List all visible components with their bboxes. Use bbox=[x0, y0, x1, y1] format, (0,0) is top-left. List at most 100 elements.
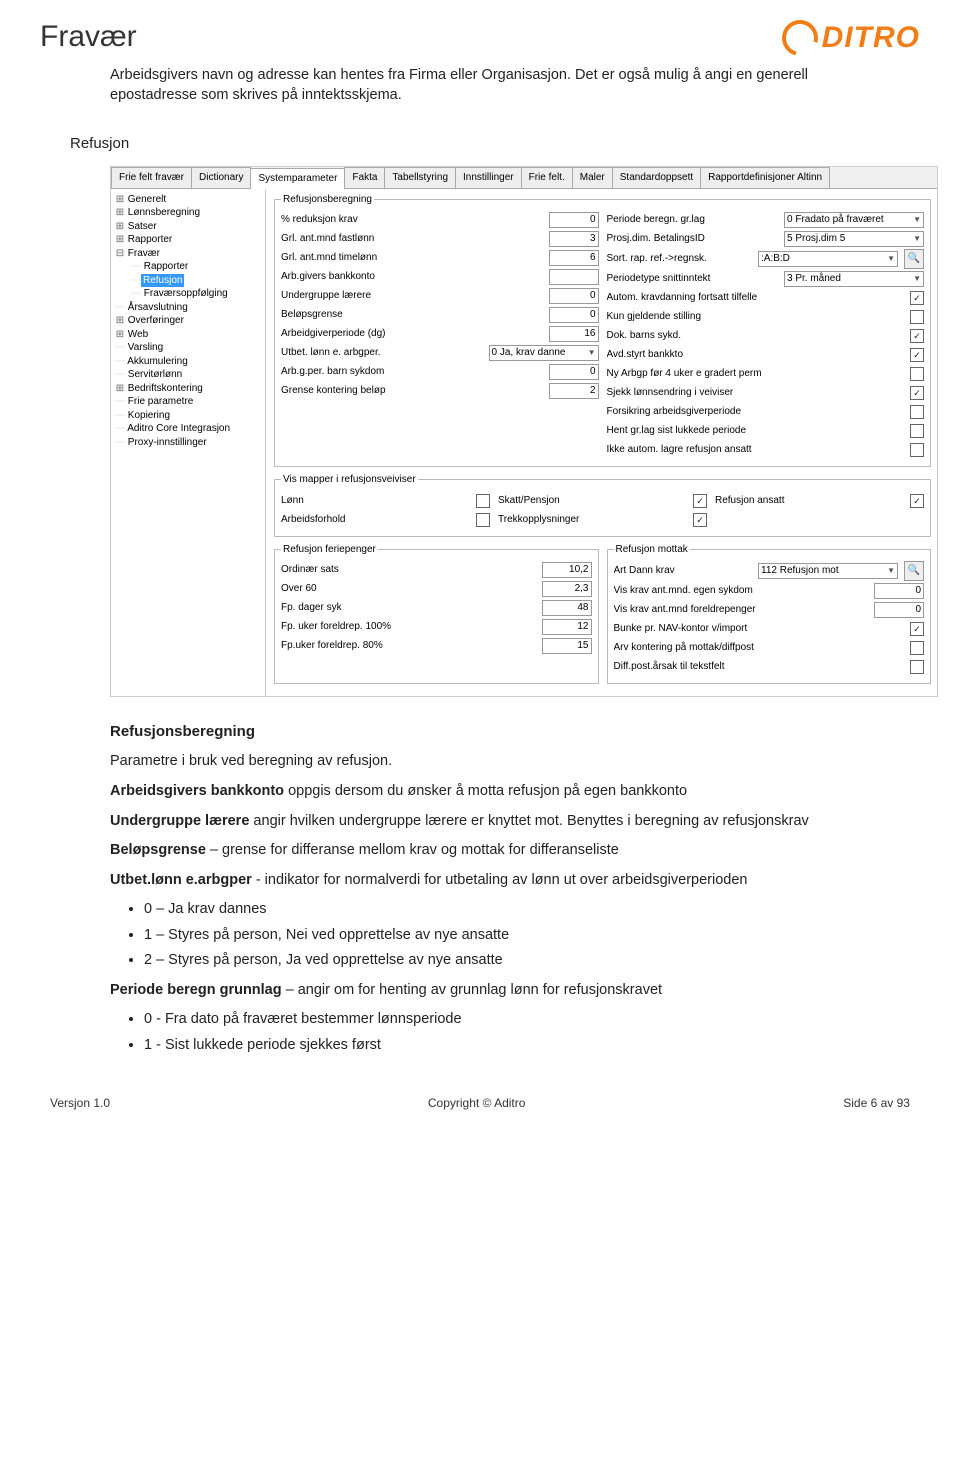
checkbox[interactable]: ✓ bbox=[910, 329, 924, 343]
tab-frie-felt-frav-r[interactable]: Frie felt fravær bbox=[111, 167, 192, 188]
checkbox[interactable]: ✓ bbox=[910, 494, 924, 508]
list-item: 0 - Fra dato på fraværet bestemmer lønns… bbox=[144, 1010, 890, 1030]
list-item: 1 – Styres på person, Nei ved opprettels… bbox=[144, 926, 890, 946]
field-label: Ny Arbgp før 4 uker e gradert perm bbox=[607, 367, 905, 381]
group-vismapper: Vis mapper i refusjonsveiviser Lønn Arbei… bbox=[274, 473, 931, 537]
tab-dictionary[interactable]: Dictionary bbox=[191, 167, 251, 188]
tree-node[interactable]: ⊞ Bedriftskontering bbox=[113, 382, 263, 396]
combobox[interactable]: 5 Prosj.dim 5▼ bbox=[784, 231, 924, 247]
text-input[interactable]: 6 bbox=[549, 250, 599, 266]
combobox[interactable]: 0 Ja, krav danne▼ bbox=[489, 345, 599, 361]
intro-paragraph: Arbeidsgivers navn og adresse kan hentes… bbox=[110, 66, 890, 105]
lookup-button[interactable]: 🔍 bbox=[904, 249, 924, 269]
text-input[interactable] bbox=[549, 269, 599, 285]
lookup-button[interactable]: 🔍 bbox=[904, 561, 924, 581]
text-input[interactable]: 0 bbox=[549, 364, 599, 380]
combobox[interactable]: 0 Fradato på fraværet▼ bbox=[784, 212, 924, 228]
checkbox[interactable] bbox=[910, 424, 924, 438]
field-label: Grl. ant.mnd fastlønn bbox=[281, 232, 543, 246]
settings-tree[interactable]: ⊞ Generelt⊞ Lønnsberegning⊞ Satser⊞ Rapp… bbox=[111, 189, 266, 697]
text-input[interactable]: 0 bbox=[549, 307, 599, 323]
tree-node[interactable]: ⋯ Frie parametre bbox=[113, 395, 263, 409]
tab-rapportdefinisjoner-altinn[interactable]: Rapportdefinisjoner Altinn bbox=[700, 167, 830, 188]
field-label: Skatt/Pensjon bbox=[498, 494, 687, 508]
tree-node[interactable]: ⋯ Aditro Core Integrasjon bbox=[113, 422, 263, 436]
field-label: Sort. rap. ref.->regnsk. bbox=[607, 252, 753, 266]
checkbox[interactable]: ✓ bbox=[910, 386, 924, 400]
tree-node[interactable]: ⊞ Satser bbox=[113, 220, 263, 234]
text-input[interactable]: 0 bbox=[549, 212, 599, 228]
tree-node[interactable]: ⋯ Proxy-innstillinger bbox=[113, 436, 263, 450]
tab-maler[interactable]: Maler bbox=[572, 167, 613, 188]
chevron-down-icon: ▼ bbox=[588, 348, 596, 359]
combobox[interactable]: 3 Pr. måned▼ bbox=[784, 271, 924, 287]
tree-node[interactable]: ⋯ Refusjon bbox=[113, 274, 263, 288]
combobox[interactable]: :A:B:D▼ bbox=[758, 251, 898, 267]
list-item: 0 – Ja krav dannes bbox=[144, 900, 890, 920]
tree-node[interactable]: ⊞ Lønnsberegning bbox=[113, 206, 263, 220]
chevron-down-icon: ▼ bbox=[913, 234, 921, 245]
checkbox[interactable]: ✓ bbox=[910, 622, 924, 636]
field-label: Ordinær sats bbox=[281, 563, 536, 577]
checkbox[interactable] bbox=[910, 641, 924, 655]
footer-copyright: Copyright © Aditro bbox=[428, 1096, 526, 1110]
tree-node[interactable]: ⋯ Servitørlønn bbox=[113, 368, 263, 382]
field-label: Prosj.dim. BetalingsID bbox=[607, 232, 779, 246]
checkbox[interactable] bbox=[910, 443, 924, 457]
tree-node[interactable]: ⊟ Fravær bbox=[113, 247, 263, 261]
checkbox[interactable] bbox=[476, 494, 490, 508]
tree-node[interactable]: ⋯ Årsavslutning bbox=[113, 301, 263, 315]
tree-node[interactable]: ⋯ Akkumulering bbox=[113, 355, 263, 369]
tree-node[interactable]: ⊞ Generelt bbox=[113, 193, 263, 207]
tree-node[interactable]: ⊞ Web bbox=[113, 328, 263, 342]
checkbox[interactable]: ✓ bbox=[693, 494, 707, 508]
tab-innstillinger[interactable]: Innstillinger bbox=[455, 167, 522, 188]
field-label: Vis krav ant.mnd foreldrepenger bbox=[614, 603, 869, 617]
text-input[interactable]: 0 bbox=[549, 288, 599, 304]
section-heading: Refusjon bbox=[70, 135, 920, 152]
field-label: Arbeidsforhold bbox=[281, 513, 470, 527]
tab-frie-felt-[interactable]: Frie felt. bbox=[521, 167, 573, 188]
checkbox[interactable] bbox=[910, 405, 924, 419]
tab-systemparameter[interactable]: Systemparameter bbox=[250, 168, 345, 189]
text-input[interactable]: 10,2 bbox=[542, 562, 592, 578]
checkbox[interactable] bbox=[476, 513, 490, 527]
text-input[interactable]: 16 bbox=[549, 326, 599, 342]
tree-node[interactable]: ⋯ Rapporter bbox=[113, 260, 263, 274]
checkbox[interactable] bbox=[910, 367, 924, 381]
tree-node[interactable]: ⊞ Overføringer bbox=[113, 314, 263, 328]
checkbox[interactable] bbox=[910, 310, 924, 324]
text-input[interactable]: 15 bbox=[542, 638, 592, 654]
field-label: Sjekk lønnsendring i veiviser bbox=[607, 386, 905, 400]
legend: Vis mapper i refusjonsveiviser bbox=[281, 473, 418, 487]
text-input[interactable]: 12 bbox=[542, 619, 592, 635]
text-input[interactable]: 0 bbox=[874, 602, 924, 618]
field-label: Dok. barns sykd. bbox=[607, 329, 905, 343]
field-label: Arb.givers bankkonto bbox=[281, 270, 543, 284]
page-title: Fravær bbox=[40, 20, 137, 54]
checkbox[interactable]: ✓ bbox=[693, 513, 707, 527]
field-label: Lønn bbox=[281, 494, 470, 508]
checkbox[interactable]: ✓ bbox=[910, 291, 924, 305]
logo-text: DITRO bbox=[822, 21, 920, 55]
tree-node[interactable]: ⋯ Kopiering bbox=[113, 409, 263, 423]
text-input[interactable]: 2,3 bbox=[542, 581, 592, 597]
subheading-refusjonsberegning: Refusjonsberegning bbox=[110, 722, 890, 742]
text-input[interactable]: 0 bbox=[874, 583, 924, 599]
tab-standardoppsett[interactable]: Standardoppsett bbox=[612, 167, 701, 188]
tree-node[interactable]: ⊞ Rapporter bbox=[113, 233, 263, 247]
body-p4: Beløpsgrense – grense for differanse mel… bbox=[110, 841, 890, 861]
footer-page: Side 6 av 93 bbox=[843, 1096, 910, 1110]
checkbox[interactable] bbox=[910, 660, 924, 674]
tree-node[interactable]: ⋯ Fraværsoppfølging bbox=[113, 287, 263, 301]
checkbox[interactable]: ✓ bbox=[910, 348, 924, 362]
text-input[interactable]: 3 bbox=[549, 231, 599, 247]
tree-node[interactable]: ⋯ Varsling bbox=[113, 341, 263, 355]
text-input[interactable]: 48 bbox=[542, 600, 592, 616]
combobox[interactable]: 112 Refusjon mot▼ bbox=[758, 563, 898, 579]
field-label: Arb.g.per. barn sykdom bbox=[281, 365, 543, 379]
tab-tabellstyring[interactable]: Tabellstyring bbox=[384, 167, 456, 188]
tab-fakta[interactable]: Fakta bbox=[344, 167, 385, 188]
field-label: Fp. uker foreldrep. 100% bbox=[281, 620, 536, 634]
text-input[interactable]: 2 bbox=[549, 383, 599, 399]
